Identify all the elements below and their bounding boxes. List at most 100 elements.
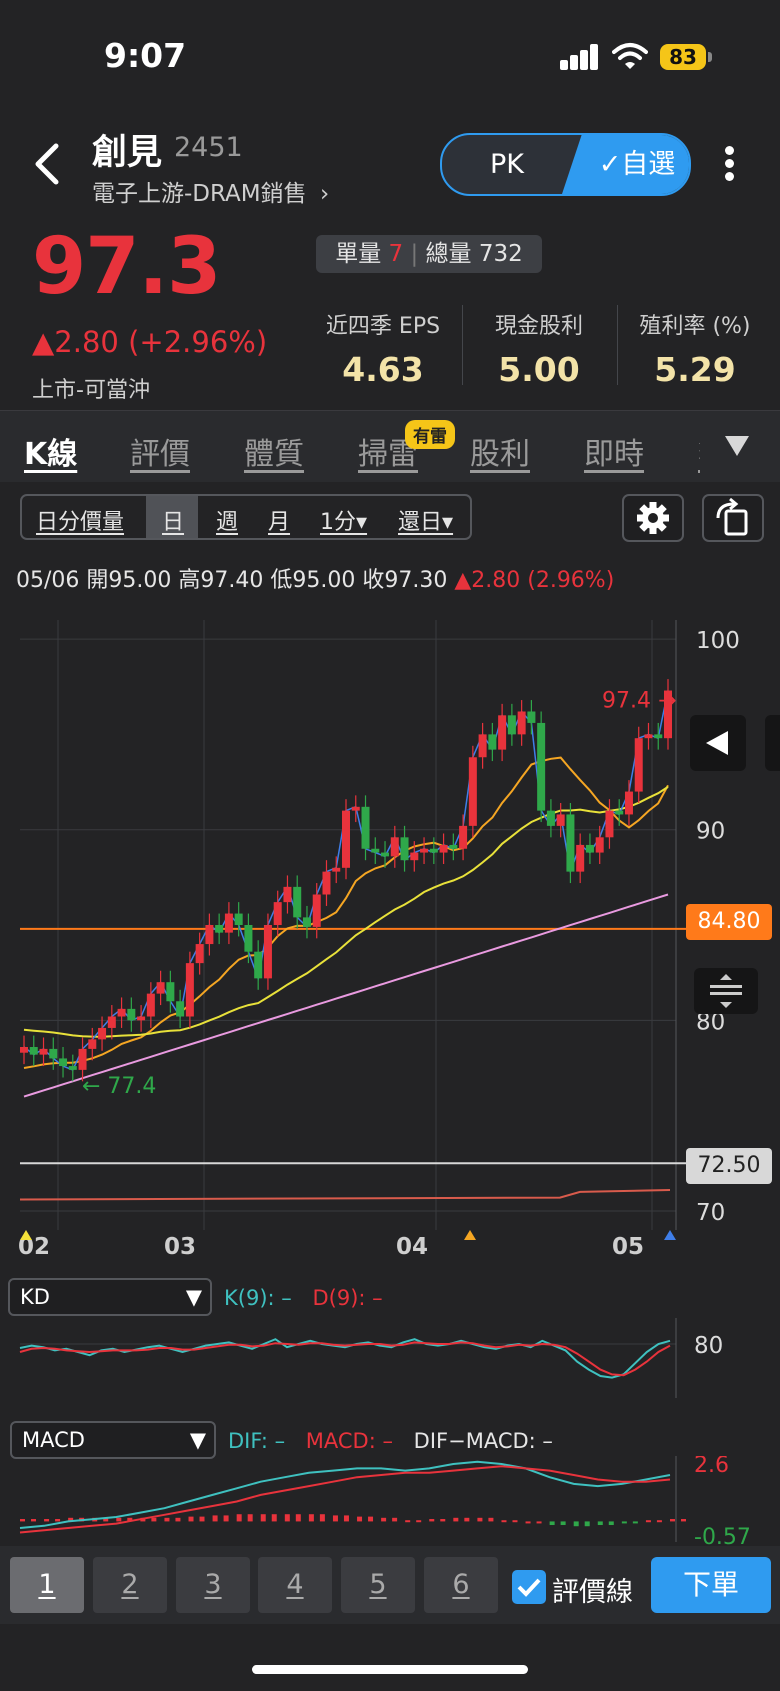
period-month[interactable]: 月: [268, 504, 290, 536]
x-tick-label: 03: [164, 1234, 196, 1260]
period-intraday-volume[interactable]: 日分價量: [36, 504, 124, 536]
adjust-dropdown[interactable]: 還日▾: [398, 504, 453, 536]
candle-body: [88, 1039, 97, 1049]
volume-line: [19, 1188, 671, 1201]
industry-label: 電子上游-DRAM銷售: [92, 181, 307, 207]
layout-button-3[interactable]: 3: [176, 1557, 250, 1613]
candle-body: [546, 810, 555, 826]
industry-link[interactable]: 電子上游-DRAM銷售 ›: [92, 174, 329, 208]
scroll-left-button[interactable]: [690, 715, 746, 771]
period-day[interactable]: 日: [162, 504, 184, 536]
osc-bar: [357, 1516, 363, 1522]
macd-value: –: [382, 1429, 393, 1453]
candle-body: [371, 848, 380, 853]
order-button[interactable]: 下單: [651, 1557, 771, 1613]
layout-button-5[interactable]: 5: [341, 1557, 415, 1613]
macd-chart[interactable]: 2.6 -0.57: [0, 1456, 780, 1546]
d-label: D(9):: [312, 1286, 366, 1310]
side-panel-edge: [765, 715, 780, 771]
candle-body: [59, 1058, 68, 1067]
candle-body: [156, 982, 165, 994]
settings-button[interactable]: [622, 494, 684, 542]
tab-dividend[interactable]: 股利: [470, 429, 530, 473]
layout-button-6[interactable]: 6: [424, 1557, 498, 1613]
macd-line: [19, 1465, 671, 1534]
osc-bar: [284, 1514, 290, 1522]
candle-body: [293, 886, 302, 918]
tab-fundamentals[interactable]: 體質: [244, 429, 304, 473]
tab-realtime[interactable]: 即時: [584, 429, 644, 473]
ohlc-summary: 05/06 開95.00 高97.40 低95.00 收97.30 ▲2.80 …: [16, 562, 614, 594]
layout-button-1[interactable]: 1: [10, 1557, 84, 1613]
kd-chart[interactable]: 80: [0, 1318, 780, 1398]
osc-bar: [199, 1516, 205, 1522]
moving-average-line: [23, 893, 669, 1098]
osc-bar: [392, 1517, 398, 1522]
price-line-tag-orange[interactable]: 84.80: [686, 904, 772, 940]
osc-bar: [632, 1521, 638, 1524]
candle-body: [410, 852, 419, 861]
candle-body: [342, 810, 350, 868]
candle-body: [390, 837, 399, 857]
price-line-tag-gray[interactable]: 72.50: [686, 1148, 772, 1184]
wifi-icon: [612, 43, 648, 69]
price-change: ▲2.80 (+2.96%): [32, 325, 268, 359]
osc-bar: [501, 1520, 507, 1523]
candle-body: [478, 734, 487, 758]
unit-volume-value: 7: [388, 241, 404, 267]
candle-body: [107, 1016, 116, 1028]
candle-body: [605, 810, 614, 838]
favorite-button[interactable]: ✓自選: [562, 135, 689, 194]
tab-kline[interactable]: K線: [24, 429, 77, 473]
triangle-down-icon: ▼: [189, 1428, 206, 1452]
valuation-line-checkbox[interactable]: [512, 1570, 546, 1604]
candle-body: [263, 925, 272, 979]
divider: [617, 305, 618, 385]
macd-label: MACD:: [305, 1429, 376, 1453]
back-chevron-icon[interactable]: [28, 140, 68, 188]
osc-bar: [512, 1520, 518, 1523]
candle-body: [312, 894, 321, 927]
resize-handle[interactable]: [694, 968, 758, 1014]
ohlc-close: 收97.30: [362, 568, 448, 593]
tab-bar: K線 評價 體質 掃雷 股利 即時 籌: [0, 410, 780, 482]
candle-body: [127, 1008, 136, 1021]
osc-bar: [236, 1514, 242, 1522]
osc-bar: [549, 1521, 555, 1526]
d-value: –: [372, 1286, 383, 1310]
pk-button[interactable]: PK: [442, 135, 572, 194]
candle-body: [166, 982, 175, 1002]
candle-body: [351, 806, 360, 811]
triangle-down-icon[interactable]: [722, 430, 752, 460]
more-vertical-icon[interactable]: [720, 144, 740, 184]
candlestick-chart[interactable]: 10090807002 03 04 0597.4 →← 77.4: [0, 600, 780, 1260]
candle-body: [78, 1048, 87, 1070]
period-week[interactable]: 週: [216, 504, 238, 536]
osc-bar: [212, 1515, 218, 1522]
period-minute-dropdown[interactable]: 1分▾: [320, 504, 367, 536]
candle-body: [468, 757, 477, 826]
candle-body: [615, 810, 624, 815]
rotate-button[interactable]: [702, 494, 764, 542]
volume-badge: 單量 7 | 總量 732: [316, 235, 542, 273]
layout-button-2[interactable]: 2: [93, 1557, 167, 1613]
osc-bar: [670, 1519, 675, 1522]
candle-body: [137, 1016, 146, 1021]
triangle-left-icon: [706, 731, 728, 755]
osc-bar: [332, 1515, 338, 1522]
battery-tip: [708, 52, 712, 62]
osc-bar: [536, 1521, 542, 1524]
marker-triangle: [464, 1230, 476, 1240]
osc-bar: [488, 1517, 494, 1522]
current-price: 97.3: [32, 222, 221, 312]
candle-body: [68, 1066, 77, 1070]
tab-valuation[interactable]: 評價: [130, 429, 190, 473]
layout-button-4[interactable]: 4: [258, 1557, 332, 1613]
candle-body: [400, 837, 409, 861]
candle-body: [29, 1047, 38, 1055]
osc-bar: [477, 1517, 483, 1522]
high-annotation: 97.4 →: [602, 689, 676, 714]
macd-indicator-select[interactable]: MACD ▼: [10, 1421, 216, 1459]
kd-indicator-select[interactable]: KD ▼: [8, 1278, 212, 1316]
valuation-line-label[interactable]: 評價線: [552, 1570, 633, 1609]
